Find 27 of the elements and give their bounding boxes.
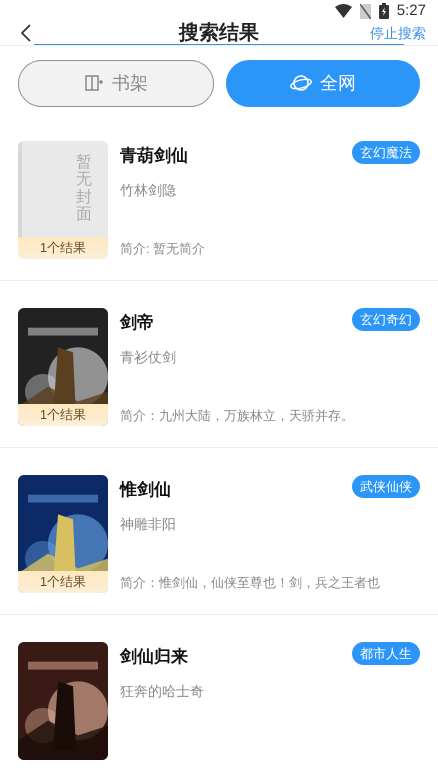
genre-tag: 都市人生 xyxy=(352,642,420,665)
book-author: 竹林剑隐 xyxy=(120,181,177,200)
book-intro: 简介：九州大陆，万族林立，天骄并存。 xyxy=(120,407,355,425)
book-intro: 简介: 暂无简介 xyxy=(120,240,206,258)
result-count: 1个结果 xyxy=(18,570,108,592)
battery-icon xyxy=(378,3,389,20)
result-count: 1个结果 xyxy=(18,236,108,258)
bookshelf-icon xyxy=(84,74,104,92)
book-title[interactable]: 惟剑仙 xyxy=(120,474,171,502)
no-sim-icon xyxy=(360,4,371,19)
genre-tag: 武侠仙侠 xyxy=(352,474,420,498)
clock-time: 5:27 xyxy=(396,1,426,21)
back-icon[interactable] xyxy=(20,23,32,43)
book-author: 狂奔的哈士奇 xyxy=(120,682,205,701)
book-title[interactable]: 剑帝 xyxy=(120,308,154,335)
book-title[interactable]: 青葫剑仙 xyxy=(120,140,188,168)
no-cover-text: 暂无封面 xyxy=(76,152,92,223)
book-intro: 简介：惟剑仙，仙侠至尊也！剑，兵之王者也 xyxy=(120,574,381,592)
page-title: 搜索结果 xyxy=(179,21,259,46)
book-author: 神雕非阳 xyxy=(120,515,177,534)
book-author: 青衫仗剑 xyxy=(120,348,177,367)
genre-tag: 玄幻魔法 xyxy=(352,140,420,164)
result-count: 1个结果 xyxy=(18,404,108,426)
planet-icon xyxy=(290,73,312,93)
genre-tag: 玄幻奇幻 xyxy=(352,308,420,331)
wifi-icon xyxy=(334,4,352,18)
book-title[interactable]: 剑仙归来 xyxy=(120,642,188,669)
